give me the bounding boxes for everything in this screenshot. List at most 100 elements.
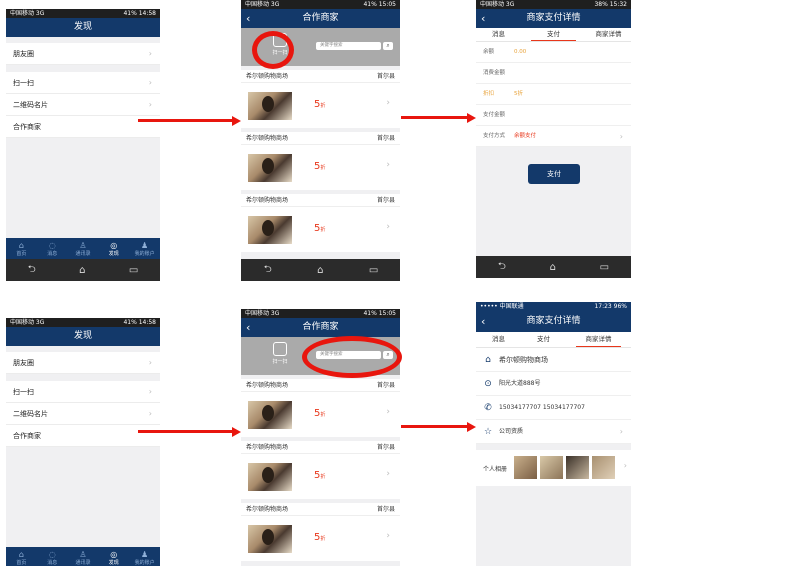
page-title: 发现	[6, 18, 160, 37]
merchant-photo	[248, 463, 292, 491]
tab-contacts[interactable]: ♙ 通讯录	[68, 238, 99, 259]
tab-discover[interactable]: ◎ 发现	[98, 547, 129, 566]
home-nav-icon[interactable]: ⌂	[317, 265, 323, 276]
merchant-card[interactable]: 希尔顿购物商场 首尔县 5折 ›	[241, 503, 400, 561]
contacts-icon: ♙	[79, 241, 87, 250]
menu-item-partners[interactable]: 合作商家	[6, 116, 160, 138]
menu-item-qr-card[interactable]: 二维码名片 ›	[6, 403, 160, 425]
chevron-right-icon: ›	[386, 531, 390, 541]
tab-account[interactable]: ♟ 我的账户	[129, 547, 160, 566]
chevron-right-icon: ›	[386, 160, 390, 170]
tab-account[interactable]: ♟ 我的账户	[129, 238, 160, 259]
chevron-right-icon: ›	[148, 387, 152, 396]
album-thumbnail[interactable]	[592, 456, 615, 479]
chevron-right-icon: ›	[386, 407, 390, 417]
merchant-card[interactable]: 希尔顿购物商场 首尔县 5折 ›	[241, 132, 400, 190]
phone-payment: 中国移动 3G 38% 15:32 ‹ 商家支付详情 消息 支付 商家详情 余额 0…	[476, 0, 631, 278]
menu-item-moments[interactable]: 朋友圈 ›	[6, 352, 160, 374]
chevron-right-icon: ›	[619, 427, 623, 436]
recents-nav-icon[interactable]: ▭	[600, 262, 609, 273]
chevron-right-icon: ›	[623, 461, 627, 470]
back-arrow-icon[interactable]: ‹	[481, 9, 485, 28]
home-icon: ⌂	[485, 355, 491, 365]
recents-nav-icon[interactable]: ▭	[369, 265, 378, 276]
tab-pay[interactable]: 支付	[521, 332, 566, 347]
flow-arrow	[401, 421, 476, 432]
page-title: ‹ 合作商家	[241, 318, 400, 337]
merchant-card[interactable]: 希尔顿购物商场 首尔县 5折 ›	[241, 441, 400, 499]
discount-label: 5折	[314, 99, 326, 110]
tab-merchant-details[interactable]: 商家详情	[576, 332, 621, 347]
back-arrow-icon[interactable]: ‹	[246, 9, 250, 28]
page-title: 发现	[6, 327, 160, 346]
merchant-card[interactable]: 希尔顿购物商场 首尔县 5折 ›	[241, 194, 400, 252]
home-nav-icon[interactable]: ⌂	[550, 262, 556, 273]
merchant-location: 首尔县	[376, 73, 395, 80]
amount-field[interactable]: 消费金额	[476, 63, 631, 84]
tab-home[interactable]: ⌂ 首页	[6, 238, 37, 259]
album-row[interactable]: 个人相册 ›	[476, 450, 631, 486]
merchant-card[interactable]: 希尔顿购物商场 首尔县 5折 ›	[241, 379, 400, 437]
phone-icon: ✆	[484, 403, 492, 413]
phone-discover-1: 中国移动 3G 41% 14:58 发现 朋友圈 › 扫一扫 › 二维码名片 › 合作…	[6, 9, 160, 281]
album-thumbnail[interactable]	[566, 456, 589, 479]
address-row[interactable]: ⊙ 阳光大道888号	[476, 372, 631, 396]
phone-merchant-details: ••••• 中国联通 17:23 96% ‹ 商家支付详情 消息 支付 商家详情 …	[476, 302, 631, 566]
menu-item-qr-card[interactable]: 二维码名片 ›	[6, 94, 160, 116]
tab-merchant-details[interactable]: 商家详情	[586, 28, 631, 41]
star-icon: ☆	[483, 427, 493, 437]
menu-item-scan[interactable]: 扫一扫 ›	[6, 381, 160, 403]
merchant-card[interactable]: 希尔顿购物商场 首尔县 5折 ›	[241, 70, 400, 128]
tab-messages[interactable]: 消息	[476, 332, 521, 347]
back-arrow-icon[interactable]: ‹	[246, 318, 250, 337]
search-input[interactable]: 关键字搜索	[316, 42, 381, 50]
tab-home[interactable]: ⌂ 首页	[6, 547, 37, 566]
discover-icon: ◎	[110, 241, 118, 250]
discount-label: 5折	[314, 532, 326, 543]
search-icon[interactable]: ⌕	[383, 42, 393, 50]
merchant-photo	[248, 401, 292, 429]
page-title: ‹ 商家支付详情	[476, 9, 631, 28]
page-title: ‹ 商家支付详情	[476, 311, 631, 332]
recents-nav-icon[interactable]: ▭	[129, 265, 138, 276]
menu-item-scan[interactable]: 扫一扫 ›	[6, 72, 160, 94]
tab-messages[interactable]: ◌ 消息	[37, 547, 68, 566]
album-thumbnail[interactable]	[540, 456, 563, 479]
discover-icon: ◎	[110, 550, 118, 559]
balance-row: 余额 0.00	[476, 42, 631, 63]
back-arrow-icon[interactable]: ‹	[481, 311, 485, 332]
discount-row: 折扣 5折	[476, 84, 631, 105]
phone-row[interactable]: ✆ 15034177707 15034177707	[476, 396, 631, 420]
detail-tabs: 消息 支付 商家详情	[476, 332, 631, 348]
chevron-right-icon: ›	[148, 78, 152, 87]
tab-messages[interactable]: 消息	[476, 28, 521, 41]
discount-label: 5折	[314, 470, 326, 481]
album-thumbnail[interactable]	[514, 456, 537, 479]
chevron-right-icon: ›	[148, 409, 152, 418]
scan-button[interactable]: 扫一扫	[269, 342, 291, 365]
merchant-photo	[248, 216, 292, 244]
status-bar: ••••• 中国联通 17:23 96%	[476, 302, 631, 311]
bottom-tab-bar: ⌂ 首页 ◌ 消息 ♙ 通讯录 ◎ 发现 ♟ 我的账户	[6, 547, 160, 566]
status-bar: 中国移动 3G 41% 15:05	[241, 309, 400, 318]
pay-method-selector[interactable]: 支付方式 余额支付 ›	[476, 126, 631, 147]
annotation-circle	[252, 31, 294, 69]
tab-contacts[interactable]: ♙ 通讯录	[68, 547, 99, 566]
menu-item-moments[interactable]: 朋友圈 ›	[6, 43, 160, 65]
merchant-photo	[248, 525, 292, 553]
menu-item-partners[interactable]: 合作商家	[6, 425, 160, 447]
pay-button[interactable]: 支付	[528, 164, 580, 184]
android-nav-bar: ⮌ ⌂ ▭	[476, 256, 631, 278]
tab-pay[interactable]: 支付	[531, 28, 576, 41]
back-nav-icon[interactable]: ⮌	[498, 259, 506, 276]
home-icon: ⌂	[18, 241, 24, 250]
status-bar: 中国移动 3G 41% 15:05	[241, 0, 400, 9]
back-nav-icon[interactable]: ⮌	[264, 262, 272, 279]
chevron-right-icon: ›	[386, 469, 390, 479]
tab-discover[interactable]: ◎ 发现	[98, 238, 129, 259]
tab-messages[interactable]: ◌ 消息	[37, 238, 68, 259]
discount-label: 5折	[314, 161, 326, 172]
back-nav-icon[interactable]: ⮌	[28, 262, 36, 279]
home-nav-icon[interactable]: ⌂	[79, 265, 85, 276]
qualification-row[interactable]: ☆ 公司资质 ›	[476, 420, 631, 444]
